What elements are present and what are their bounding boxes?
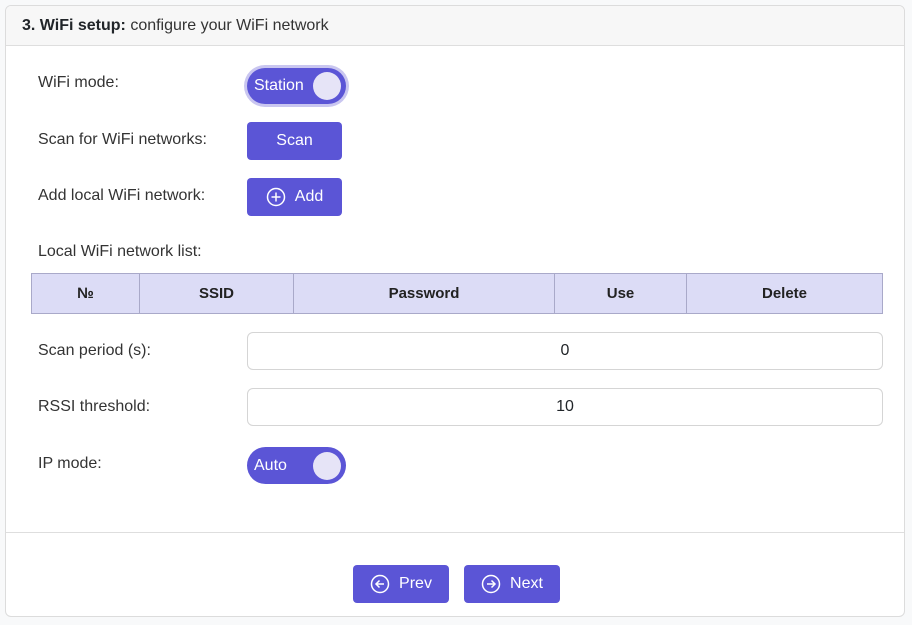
column-header-ssid: SSID [139,273,294,314]
add-network-button[interactable]: Add [247,178,342,216]
column-header-use: Use [554,273,687,314]
network-list-label: Local WiFi network list: [38,243,202,260]
ip-mode-value: Auto [254,456,287,474]
rssi-threshold-label: RSSI threshold: [38,398,151,415]
arrow-left-circle-icon [370,574,390,594]
column-header-number: № [31,273,140,314]
ip-mode-label: IP mode: [38,455,102,472]
network-table: № SSID Password Use Delete [31,273,883,314]
wifi-mode-value: Station [254,77,304,94]
plus-circle-icon [266,187,286,207]
scan-period-label: Scan period (s): [38,342,151,359]
rssi-threshold-input[interactable] [247,388,883,426]
ip-mode-toggle[interactable]: Auto [247,447,346,484]
card-header: 3. WiFi setup: configure your WiFi netwo… [6,6,904,46]
table-header-row: № SSID Password Use Delete [31,273,883,314]
step-description: configure your WiFi network [130,17,329,34]
column-header-password: Password [293,273,555,314]
add-network-label: Add local WiFi network: [38,187,206,204]
wifi-mode-toggle[interactable]: Station [247,68,346,104]
next-button-label: Next [510,575,543,592]
next-button[interactable]: Next [464,565,560,603]
scan-period-input[interactable] [247,332,883,370]
step-title: 3. WiFi setup: [22,17,126,34]
arrow-right-circle-icon [481,574,501,594]
toggle-knob [313,451,341,480]
toggle-knob [313,72,341,100]
prev-button-label: Prev [399,575,432,592]
footer-divider [6,532,904,533]
wifi-mode-label: WiFi mode: [38,74,119,91]
scan-label: Scan for WiFi networks: [38,131,207,148]
wifi-setup-card: 3. WiFi setup: configure your WiFi netwo… [5,5,905,617]
scan-button[interactable]: Scan [247,122,342,160]
prev-button[interactable]: Prev [353,565,449,603]
column-header-delete: Delete [686,273,883,314]
add-button-label: Add [294,188,324,205]
